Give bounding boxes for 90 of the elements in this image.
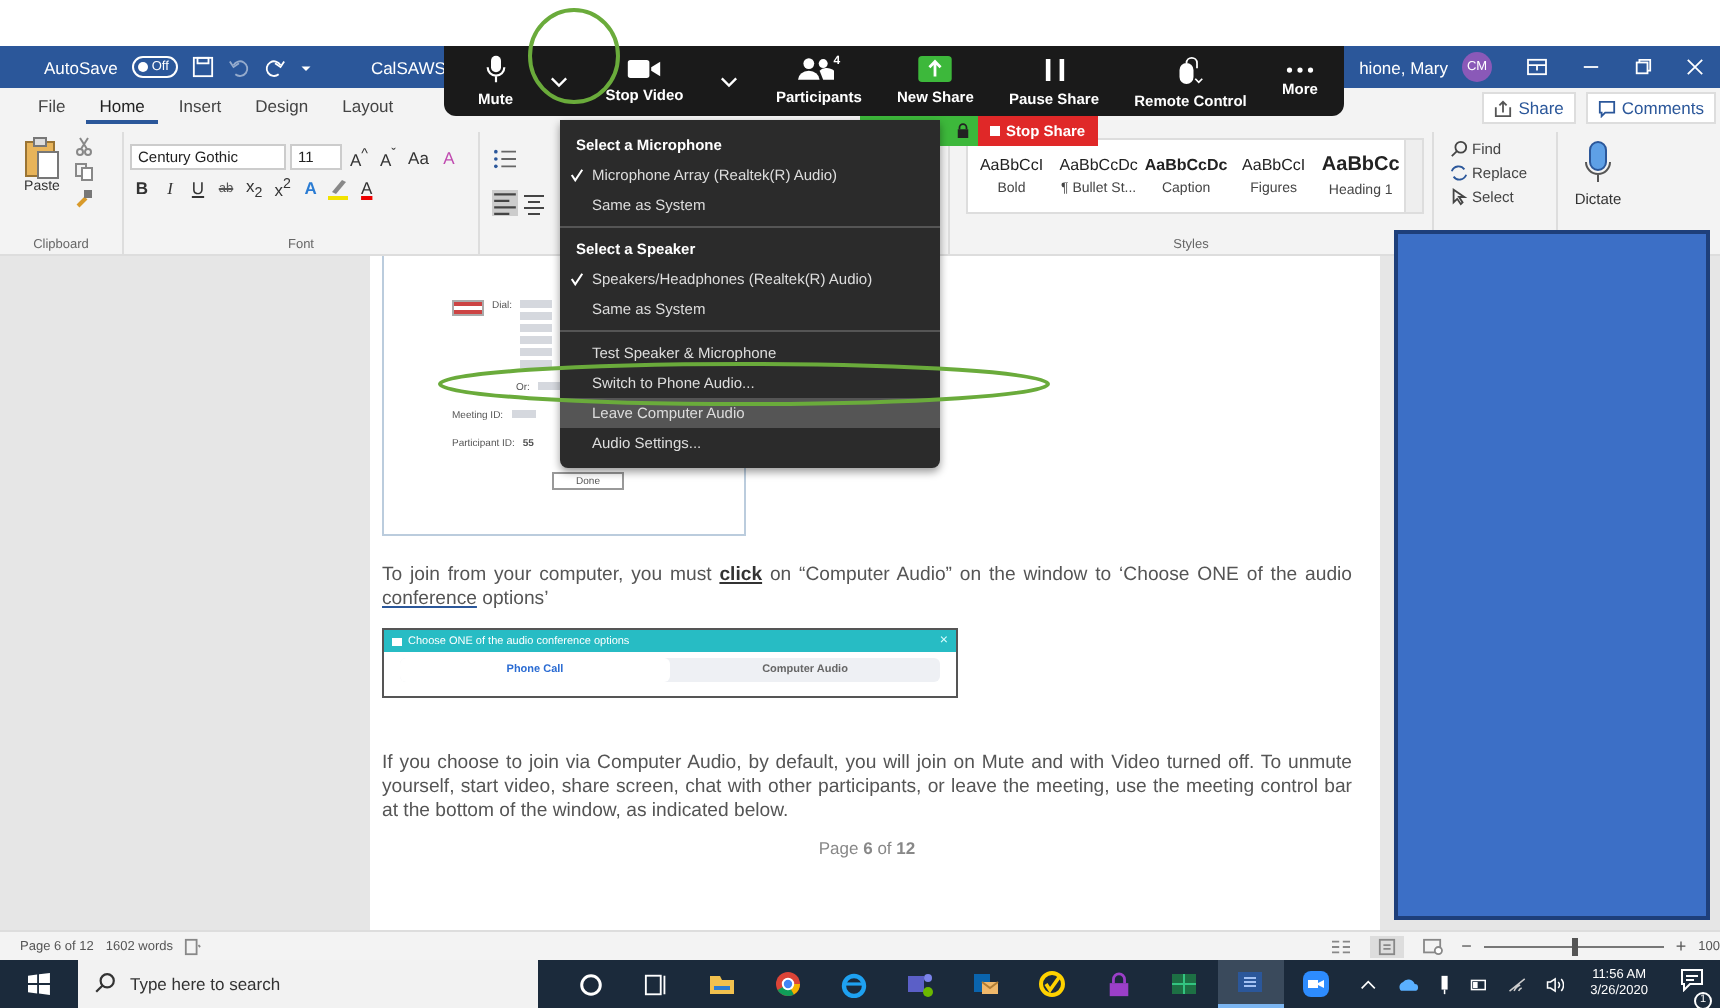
microphone-icon bbox=[485, 54, 506, 84]
ribbon-tab[interactable]: Layout bbox=[328, 92, 408, 124]
print-layout-icon[interactable] bbox=[1369, 935, 1404, 957]
gallery-scrollbar[interactable] bbox=[1404, 140, 1423, 212]
blurred-number bbox=[520, 360, 553, 368]
slider-thumb[interactable] bbox=[1571, 937, 1578, 955]
more-icon bbox=[1285, 65, 1314, 73]
italic-button[interactable]: I bbox=[158, 178, 182, 199]
comments-button[interactable]: Comments bbox=[1585, 92, 1716, 124]
people-icon bbox=[906, 970, 935, 998]
checkmark-icon bbox=[570, 272, 584, 286]
people-icon bbox=[797, 56, 834, 82]
highlighter-icon[interactable] bbox=[326, 176, 351, 201]
wifi-icon[interactable] bbox=[1507, 975, 1526, 993]
video-camera-icon bbox=[626, 58, 663, 80]
replace-icon bbox=[1450, 164, 1468, 182]
folder-icon bbox=[708, 972, 737, 996]
zoom-out-button[interactable]: − bbox=[1461, 936, 1472, 956]
microphone-icon bbox=[1584, 140, 1612, 184]
ribbon-tab[interactable]: Design bbox=[241, 92, 323, 124]
swoosh-icon bbox=[840, 970, 869, 998]
blurred-number bbox=[520, 312, 553, 320]
speech-bubble-icon bbox=[1680, 968, 1705, 992]
blurred-number bbox=[520, 300, 553, 308]
user-name: hione, Mary bbox=[1359, 57, 1448, 77]
checkmark-icon bbox=[570, 168, 584, 182]
paragraph: To join from your computer, you must click on “Computer Audio” on the window to ‘Choose ONE of the audio conference options’ bbox=[382, 564, 1352, 612]
document-title: CalSAWS bbox=[370, 57, 446, 77]
autosave-label: AutoSave bbox=[44, 57, 118, 77]
bold-button[interactable]: B bbox=[130, 178, 154, 199]
blurred-number bbox=[511, 410, 536, 418]
font-color-button[interactable]: A bbox=[354, 178, 379, 199]
round-browser-icon bbox=[774, 970, 803, 998]
align-left-icon[interactable] bbox=[492, 190, 518, 216]
copy-icon[interactable] bbox=[74, 162, 94, 182]
battery-icon[interactable] bbox=[1469, 977, 1488, 991]
text-effects-button[interactable]: A bbox=[298, 178, 323, 199]
grow-font-button[interactable]: A$^{^}$ bbox=[346, 145, 372, 169]
bullet-list-icon[interactable] bbox=[492, 148, 518, 170]
undo-icon[interactable] bbox=[228, 56, 251, 78]
ribbon-tab[interactable]: File bbox=[24, 92, 80, 124]
checkmark-icon bbox=[1038, 970, 1067, 998]
search-icon bbox=[93, 972, 116, 994]
subscript-button[interactable]: x$_{2}$ bbox=[242, 176, 267, 202]
save-icon[interactable] bbox=[192, 56, 215, 78]
window-icon bbox=[392, 637, 402, 645]
share-button[interactable]: Share bbox=[1482, 92, 1576, 124]
clipboard-icon bbox=[22, 136, 62, 180]
underline-button[interactable]: U bbox=[186, 178, 210, 199]
caret-icon[interactable] bbox=[300, 61, 313, 73]
redo-icon[interactable] bbox=[264, 56, 287, 78]
circle-icon bbox=[577, 971, 604, 997]
change-case-button[interactable]: Aa bbox=[404, 147, 433, 167]
superscript-button[interactable]: x$^{2}$ bbox=[270, 176, 295, 201]
mouse-icon bbox=[1176, 53, 1205, 85]
share-icon bbox=[1494, 99, 1513, 117]
ribbon-display-icon[interactable] bbox=[1526, 58, 1548, 76]
chevron-up-icon[interactable] bbox=[1359, 977, 1377, 991]
cloud-icon[interactable] bbox=[1396, 976, 1421, 992]
speaker-icon[interactable] bbox=[1545, 975, 1565, 993]
page-footer: Page 6 of 12 bbox=[382, 838, 1352, 858]
task-view-icon bbox=[643, 971, 670, 997]
zoom-in-button[interactable]: + bbox=[1675, 936, 1687, 956]
document-icon bbox=[1236, 968, 1265, 996]
brush-icon[interactable] bbox=[74, 188, 94, 208]
blurred-number bbox=[520, 348, 553, 356]
share-screen-icon bbox=[918, 56, 953, 82]
spreadsheet-icon bbox=[1170, 970, 1199, 998]
scissors-icon[interactable] bbox=[74, 136, 94, 156]
ribbon-tab[interactable]: Home bbox=[85, 92, 159, 124]
padlock-icon bbox=[956, 122, 970, 140]
search-icon bbox=[1450, 140, 1468, 158]
pointer-icon bbox=[1450, 188, 1468, 206]
paragraph: If you choose to join via Computer Audio, by default, you will join on Mute and with Video turned off. To unmute yourself, start video, share screen, chat with other participants, or leave the meeting, use the meeting control bar at the bottom of the window, as indicated below. bbox=[382, 752, 1352, 824]
pause-icon bbox=[1043, 55, 1065, 83]
maximize-icon[interactable] bbox=[1634, 58, 1652, 76]
shrink-font-button[interactable]: A$^{ˇ}$ bbox=[376, 145, 401, 169]
comment-icon bbox=[1597, 99, 1616, 117]
proofing-icon[interactable] bbox=[184, 937, 203, 955]
device-icon[interactable] bbox=[1440, 973, 1450, 995]
blurred-number bbox=[520, 336, 553, 344]
envelope-icon bbox=[972, 970, 1001, 998]
align-center-icon[interactable] bbox=[522, 191, 546, 215]
close-icon[interactable] bbox=[1686, 58, 1704, 76]
blurred-number bbox=[520, 324, 553, 332]
clear-formatting-button[interactable]: A bbox=[436, 147, 461, 167]
ribbon-tab[interactable]: Insert bbox=[164, 92, 236, 124]
search-field[interactable]: Type here to search bbox=[77, 960, 538, 1008]
video-camera-icon bbox=[1302, 970, 1331, 998]
padlock-icon bbox=[1105, 971, 1132, 997]
